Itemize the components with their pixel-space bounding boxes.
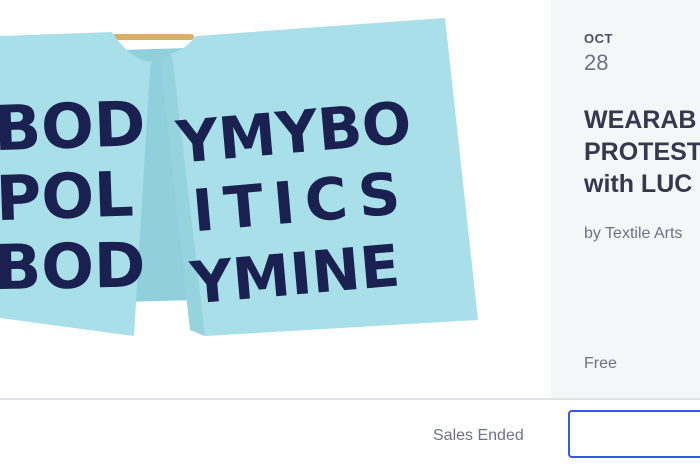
event-title-line: PROTEST [584,138,700,166]
ticket-footer-bar: Sales Ended [0,398,700,467]
event-month: OCT [584,31,613,46]
felt-letters-line-2: POL [0,157,135,235]
event-title-line: WEARAB [584,106,697,134]
event-title-line: with LUC [584,170,693,198]
felt-letters-line-1: BOD [0,87,147,165]
event-organizer[interactable]: by Textile Arts [584,225,682,243]
tickets-button[interactable] [568,410,700,458]
event-hero-image: BOD POL BOD YMYBO ITICS YMINE [0,0,551,398]
hanger-dowel [112,34,194,40]
event-info-panel[interactable]: OCT 28 WEARAB PROTEST with LUC by Textil… [551,0,700,398]
felt-letters-line-3: BOD [0,229,146,305]
event-title[interactable]: WEARAB PROTEST with LUC [584,104,700,200]
protest-garment-photo: BOD POL BOD YMYBO ITICS YMINE [0,18,478,336]
sales-status-label: Sales Ended [433,427,524,444]
event-price: Free [584,355,617,372]
event-day: 28 [584,50,609,75]
